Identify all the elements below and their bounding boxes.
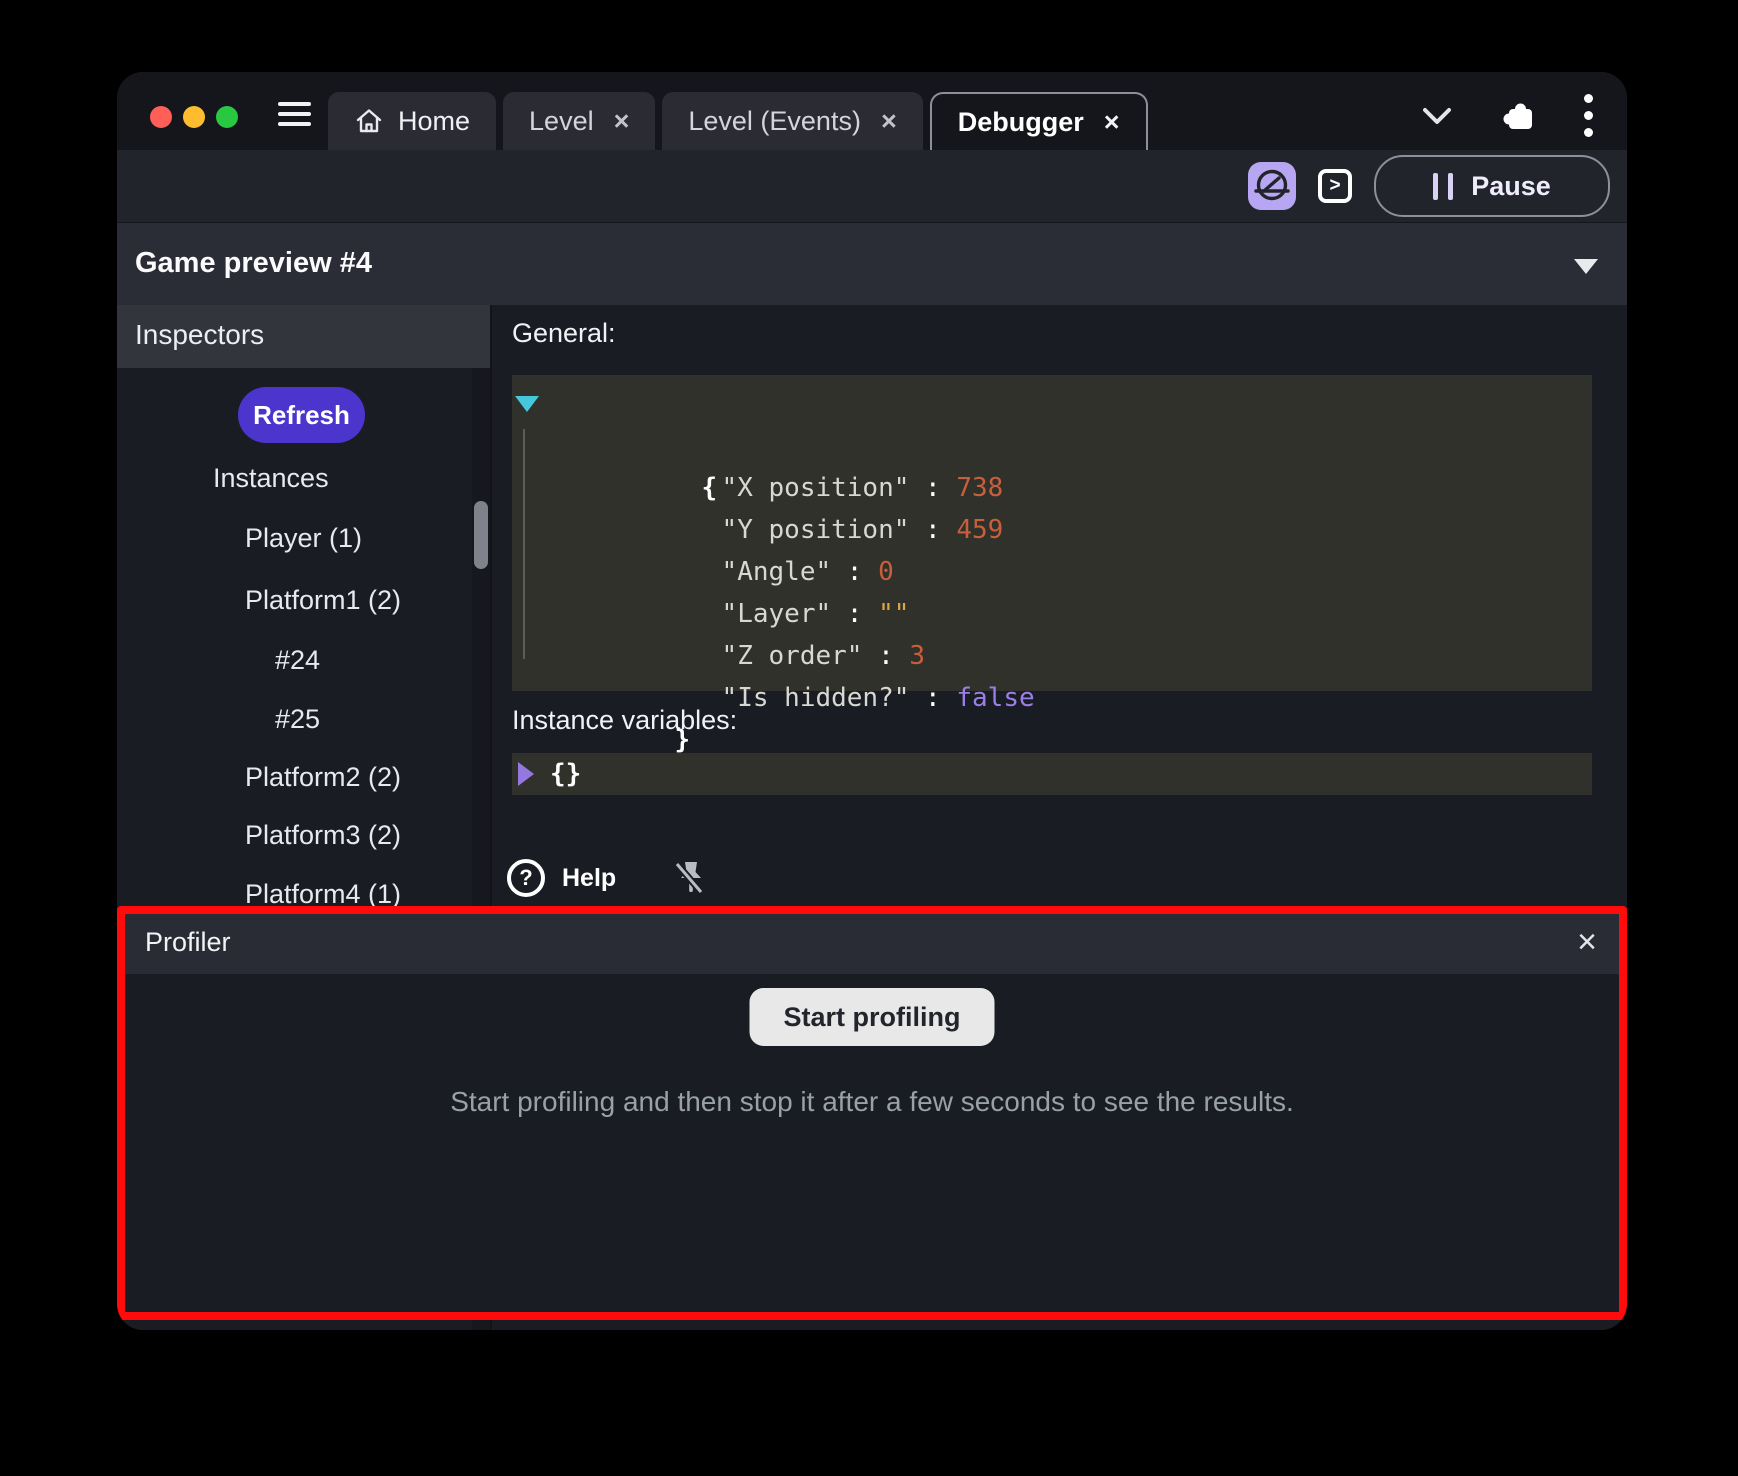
titlebar: Home Level × Level (Events) × Debugger × bbox=[117, 72, 1627, 150]
refresh-button[interactable]: Refresh bbox=[238, 387, 365, 443]
pause-button[interactable]: Pause bbox=[1374, 155, 1610, 217]
desktop-background: Home Level × Level (Events) × Debugger × bbox=[0, 0, 1738, 1476]
unpin-icon[interactable] bbox=[671, 858, 707, 898]
window-controls bbox=[150, 106, 238, 128]
debugger-toolbar: > Pause bbox=[117, 150, 1627, 222]
tab-debugger[interactable]: Debugger × bbox=[930, 92, 1148, 150]
profiler-hint-text: Start profiling and then stop it after a… bbox=[125, 1086, 1619, 1118]
close-tab-icon[interactable]: × bbox=[608, 106, 630, 137]
start-profiling-button[interactable]: Start profiling bbox=[750, 988, 995, 1046]
variables-value: {} bbox=[550, 759, 581, 789]
sidebar-item-instances[interactable]: Instances bbox=[213, 461, 329, 495]
tab-label: Home bbox=[398, 106, 470, 137]
console-prompt-glyph: > bbox=[1329, 175, 1340, 197]
general-json-tree: { "X position" : 738 "Y position" : 459 … bbox=[512, 375, 1592, 691]
sidebar-scrollbar-thumb[interactable] bbox=[474, 501, 488, 569]
json-value: 0 bbox=[878, 557, 894, 587]
sidebar-item-platform1[interactable]: Platform1 (2) bbox=[245, 583, 401, 617]
profiler-header: Profiler × bbox=[125, 914, 1619, 974]
chevron-down-icon[interactable] bbox=[1420, 105, 1454, 127]
close-tab-icon[interactable]: × bbox=[875, 106, 897, 137]
help-row: ? Help bbox=[507, 858, 707, 898]
tab-home[interactable]: Home bbox=[328, 92, 496, 150]
minimize-window-button[interactable] bbox=[183, 106, 205, 128]
pause-label: Pause bbox=[1471, 171, 1551, 202]
json-value: 738 bbox=[956, 473, 1003, 503]
json-value: "" bbox=[878, 599, 909, 629]
tab-bar: Home Level × Level (Events) × Debugger × bbox=[328, 92, 1148, 150]
json-root-row[interactable]: { bbox=[512, 383, 1592, 425]
sidebar-item-instance-25[interactable]: #25 bbox=[275, 702, 320, 736]
tab-label: Level bbox=[529, 106, 594, 137]
tab-label: Debugger bbox=[958, 107, 1084, 138]
maximize-window-button[interactable] bbox=[216, 106, 238, 128]
profiler-toggle-button[interactable] bbox=[1248, 162, 1296, 210]
general-section-label: General: bbox=[512, 318, 616, 349]
extensions-puzzle-icon[interactable] bbox=[1500, 97, 1538, 135]
collapse-triangle-icon[interactable] bbox=[515, 396, 539, 412]
game-preview-header[interactable]: Game preview #4 bbox=[117, 222, 1627, 305]
help-icon[interactable]: ? bbox=[507, 859, 545, 897]
chevron-down-icon[interactable] bbox=[1574, 259, 1598, 274]
help-label[interactable]: Help bbox=[562, 864, 616, 893]
profiler-gauge-icon bbox=[1252, 166, 1292, 206]
close-tab-icon[interactable]: × bbox=[1098, 107, 1120, 138]
home-icon bbox=[354, 106, 384, 136]
console-icon[interactable]: > bbox=[1318, 169, 1352, 203]
instance-variables-label: Instance variables: bbox=[512, 705, 737, 736]
kebab-menu-icon[interactable] bbox=[1584, 94, 1593, 137]
titlebar-actions bbox=[1420, 94, 1593, 137]
tree-guide-line bbox=[523, 429, 525, 659]
sidebar-item-platform3[interactable]: Platform3 (2) bbox=[245, 818, 401, 852]
profiler-panel: Profiler × Start profiling Start profili… bbox=[117, 906, 1627, 1320]
sidebar-item-player[interactable]: Player (1) bbox=[245, 521, 362, 555]
open-brace: { bbox=[702, 473, 718, 503]
close-icon[interactable]: × bbox=[1577, 922, 1597, 962]
game-preview-title: Game preview #4 bbox=[135, 247, 372, 280]
json-value: 3 bbox=[909, 641, 925, 671]
pause-icon bbox=[1433, 173, 1453, 200]
close-window-button[interactable] bbox=[150, 106, 172, 128]
profiler-title: Profiler bbox=[145, 927, 231, 958]
expand-triangle-icon[interactable] bbox=[518, 762, 534, 786]
instance-variables-tree[interactable]: {} bbox=[512, 753, 1592, 795]
menu-icon[interactable] bbox=[278, 102, 311, 126]
tab-label: Level (Events) bbox=[688, 106, 861, 137]
json-value: 459 bbox=[956, 515, 1003, 545]
tab-level-events[interactable]: Level (Events) × bbox=[662, 92, 922, 150]
tab-level[interactable]: Level × bbox=[503, 92, 655, 150]
sidebar-item-platform2[interactable]: Platform2 (2) bbox=[245, 760, 401, 794]
inspectors-header-label: Inspectors bbox=[135, 319, 264, 351]
inspectors-header: Inspectors bbox=[117, 305, 490, 368]
sidebar-item-instance-24[interactable]: #24 bbox=[275, 643, 320, 677]
app-window: Home Level × Level (Events) × Debugger × bbox=[117, 72, 1627, 1330]
